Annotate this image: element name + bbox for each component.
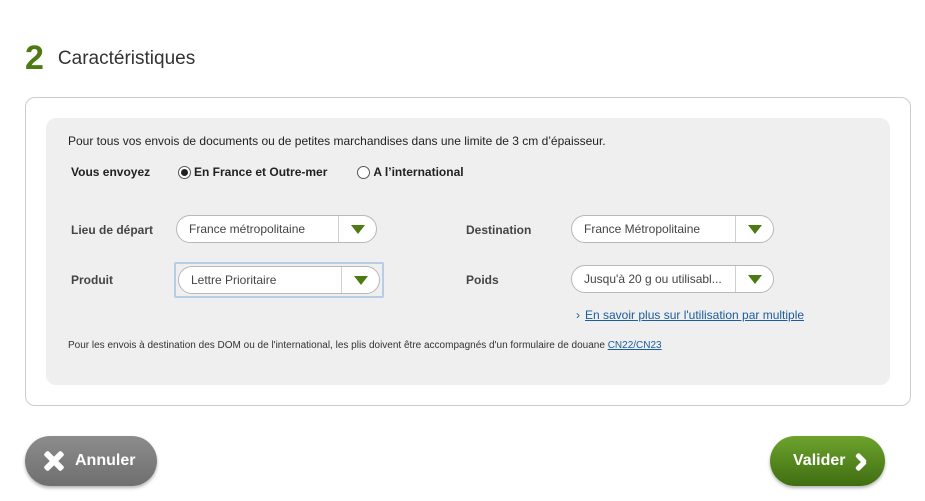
product-value: Lettre Prioritaire: [191, 273, 277, 287]
customs-note: Pour les envois à destination des DOM ou…: [68, 340, 662, 351]
destination-value: France Métropolitaine: [584, 222, 701, 236]
weight-label: Poids: [466, 273, 499, 287]
send-type-label: Vous envoyez: [71, 165, 151, 179]
destination-select[interactable]: France Métropolitaine: [571, 215, 774, 243]
departure-value: France métropolitaine: [189, 222, 306, 236]
cancel-button[interactable]: Annuler: [25, 436, 157, 486]
close-icon: [43, 450, 65, 472]
chevron-right-icon: ›: [576, 308, 580, 322]
departure-label: Lieu de départ: [71, 223, 154, 237]
characteristics-card: Pour tous vos envois de documents ou de …: [25, 97, 911, 406]
radio-international-label: A l’international: [373, 165, 464, 179]
product-select[interactable]: Lettre Prioritaire: [178, 266, 380, 294]
send-type-row: Vous envoyez En France et Outre-mer A l’…: [71, 164, 494, 180]
validate-button[interactable]: Valider: [770, 436, 885, 486]
form-panel: Pour tous vos envois de documents ou de …: [46, 118, 890, 385]
radio-button-checked[interactable]: [178, 165, 191, 179]
cancel-button-label: Annuler: [75, 452, 136, 469]
triangle-down-icon: [747, 224, 762, 234]
customs-form-link[interactable]: CN22/CN23: [608, 340, 662, 351]
step-header: 2 Caractéristiques: [25, 40, 195, 76]
destination-dropdown-toggle[interactable]: [735, 216, 773, 242]
chevron-right-icon: [853, 452, 867, 470]
more-info-link-text[interactable]: En savoir plus sur l'utilisation par mul…: [585, 308, 804, 322]
triangle-down-icon: [747, 274, 762, 284]
departure-select[interactable]: France métropolitaine: [176, 215, 377, 243]
validate-button-label: Valider: [793, 452, 846, 469]
radio-france-label: En France et Outre-mer: [194, 165, 328, 179]
product-label: Produit: [71, 273, 113, 287]
intro-text: Pour tous vos envois de documents ou de …: [68, 134, 606, 148]
customs-note-text: Pour les envois à destination des DOM ou…: [68, 340, 608, 351]
weight-select[interactable]: Jusqu'à 20 g ou utilisabl...: [571, 265, 774, 293]
departure-dropdown-toggle[interactable]: [338, 216, 376, 242]
triangle-down-icon: [350, 224, 365, 234]
destination-label: Destination: [466, 223, 532, 237]
step-number: 2: [25, 39, 44, 77]
page-title: Caractéristiques: [57, 48, 196, 69]
weight-dropdown-toggle[interactable]: [735, 266, 773, 292]
weight-value: Jusqu'à 20 g ou utilisabl...: [584, 272, 722, 286]
radio-button[interactable]: [357, 165, 371, 179]
more-info-link[interactable]: › En savoir plus sur l'utilisation par m…: [576, 308, 804, 322]
product-dropdown-toggle[interactable]: [341, 267, 379, 293]
radio-international[interactable]: A l’international: [357, 165, 464, 179]
radio-france-outremer[interactable]: En France et Outre-mer: [178, 165, 327, 179]
triangle-down-icon: [353, 275, 368, 285]
